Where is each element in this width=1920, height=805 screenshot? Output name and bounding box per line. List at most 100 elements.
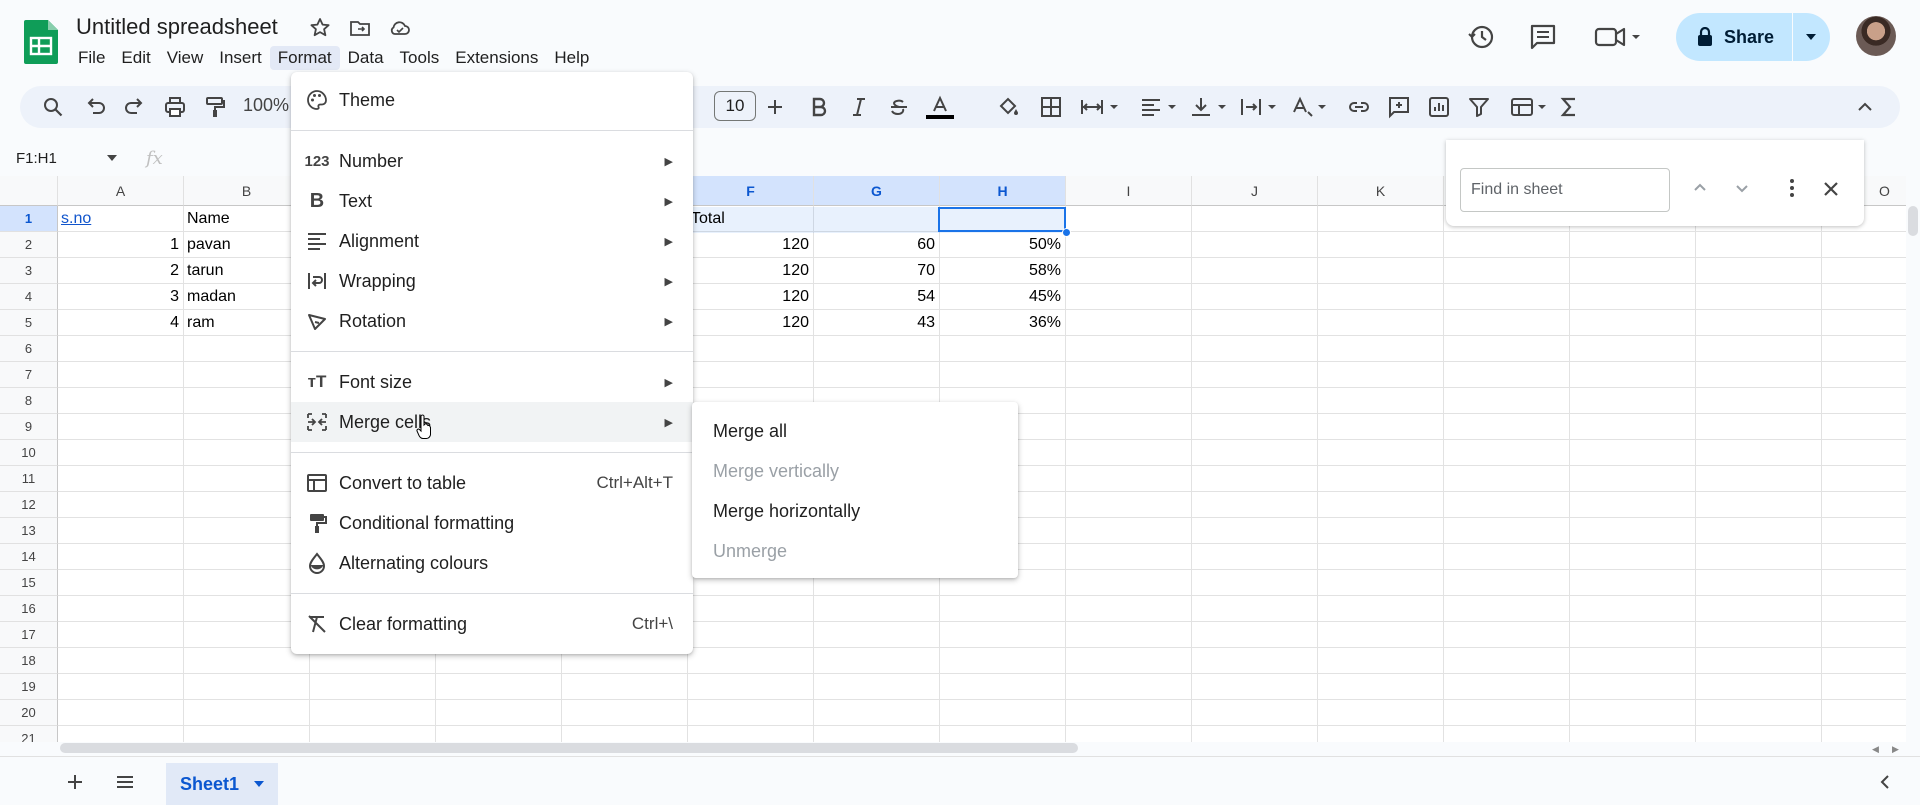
merge-cells-icon[interactable] [1078,94,1122,120]
row-header-18[interactable]: 18 [0,648,58,674]
menu-item-wrapping[interactable]: Wrapping ▶ [291,261,693,301]
add-sheet-icon[interactable] [64,771,86,793]
cell-b4[interactable]: madan [187,288,305,306]
print-icon[interactable] [162,94,188,120]
fill-color-icon[interactable] [996,94,1022,120]
italic-icon[interactable] [846,94,872,120]
menu-format[interactable]: Format [269,46,340,70]
filter-views-icon[interactable] [1508,94,1552,120]
menu-item-number[interactable]: 123 Number ▶ [291,141,693,181]
meet-video-icon[interactable] [1594,22,1646,52]
row-header-19[interactable]: 19 [0,674,58,700]
row-header-21[interactable]: 21 [0,726,58,742]
menu-help[interactable]: Help [546,46,597,70]
font-size-input[interactable]: 10 [714,91,756,121]
column-header-h[interactable]: H [940,176,1066,206]
menu-extensions[interactable]: Extensions [447,46,546,70]
select-all-corner[interactable] [0,176,58,206]
menu-data[interactable]: Data [340,46,392,70]
row-header-16[interactable]: 16 [0,596,58,622]
active-cell-border[interactable] [938,207,1066,232]
zoom-select[interactable]: 100% [243,95,289,116]
cell-a1[interactable]: s.no [61,210,179,228]
row-header-4[interactable]: 4 [0,284,58,310]
menu-item-merge-cells[interactable]: Merge cells ▶ [291,402,693,442]
find-input[interactable] [1460,168,1670,212]
more-options-icon[interactable] [1782,176,1802,200]
previous-result-icon[interactable] [1690,178,1710,198]
row-header-10[interactable]: 10 [0,440,58,466]
avatar[interactable] [1856,16,1896,56]
menu-file[interactable]: File [70,46,113,70]
next-result-icon[interactable] [1732,178,1752,198]
row-header-2[interactable]: 2 [0,232,58,258]
cell-h2[interactable]: 50% [943,236,1061,254]
increase-font-size-icon[interactable] [762,94,788,120]
share-main-button[interactable]: Share [1676,13,1792,61]
strikethrough-icon[interactable] [886,94,912,120]
menu-item-text[interactable]: B Text ▶ [291,181,693,221]
text-wrapping-icon[interactable] [1238,94,1282,120]
insert-link-icon[interactable] [1346,94,1372,120]
row-header-6[interactable]: 6 [0,336,58,362]
cell-f1[interactable]: Total [691,210,809,228]
cell-g5[interactable]: 43 [817,314,935,332]
merge-horizontally-option[interactable]: Merge horizontally [713,501,860,522]
row-header-7[interactable]: 7 [0,362,58,388]
row-header-5[interactable]: 5 [0,310,58,336]
all-sheets-icon[interactable] [114,771,136,793]
filter-icon[interactable] [1466,94,1492,120]
row-header-12[interactable]: 12 [0,492,58,518]
row-header-20[interactable]: 20 [0,700,58,726]
borders-icon[interactable] [1038,94,1064,120]
row-header-8[interactable]: 8 [0,388,58,414]
sheet-tab-caret-icon[interactable] [253,780,265,788]
vertical-scroll-thumb[interactable] [1908,206,1918,236]
move-to-folder-icon[interactable] [348,16,372,40]
menu-item-rotation[interactable]: Rotation ▶ [291,301,693,341]
cell-g4[interactable]: 54 [817,288,935,306]
merge-all-option[interactable]: Merge all [713,421,787,442]
cell-b1[interactable]: Name [187,210,305,228]
insert-chart-icon[interactable] [1426,94,1452,120]
menu-item-theme[interactable]: Theme [291,80,693,120]
row-header-13[interactable]: 13 [0,518,58,544]
column-header-i[interactable]: I [1066,176,1192,206]
cell-h4[interactable]: 45% [943,288,1061,306]
column-header-k[interactable]: K [1318,176,1444,206]
search-menus-icon[interactable] [40,94,66,120]
redo-icon[interactable] [122,94,148,120]
paint-format-icon[interactable] [202,94,228,120]
horizontal-scroll-thumb[interactable] [60,743,1078,753]
cell-a4[interactable]: 3 [61,288,179,306]
row-header-9[interactable]: 9 [0,414,58,440]
cell-a2[interactable]: 1 [61,236,179,254]
side-panel-toggle-icon[interactable] [1874,771,1896,793]
menu-item-convert-to-table[interactable]: Convert to table Ctrl+Alt+T [291,463,693,503]
row-header-15[interactable]: 15 [0,570,58,596]
text-rotation-icon[interactable] [1288,94,1332,120]
menu-item-alternating-colours[interactable]: Alternating colours [291,543,693,583]
menu-tools[interactable]: Tools [392,46,448,70]
star-icon[interactable] [308,16,332,40]
cell-a3[interactable]: 2 [61,262,179,280]
cell-a5[interactable]: 4 [61,314,179,332]
name-box[interactable]: F1:H1 [16,150,57,167]
menu-insert[interactable]: Insert [211,46,270,70]
row-header-14[interactable]: 14 [0,544,58,570]
collapse-menus-icon[interactable] [1852,94,1878,120]
name-box-caret-icon[interactable] [106,154,118,162]
share-button[interactable]: Share [1676,13,1830,61]
column-header-a[interactable]: A [58,176,184,206]
cell-g2[interactable]: 60 [817,236,935,254]
fill-handle[interactable] [1062,228,1071,237]
comments-icon[interactable] [1528,22,1558,52]
document-title[interactable]: Untitled spreadsheet [76,14,278,40]
menu-view[interactable]: View [159,46,212,70]
column-header-f[interactable]: F [688,176,814,206]
version-history-icon[interactable] [1466,22,1496,52]
menu-item-conditional-formatting[interactable]: Conditional formatting [291,503,693,543]
scroll-right-arrow-icon[interactable]: ▶ [1892,744,1899,755]
vertical-align-icon[interactable] [1188,94,1232,120]
menu-item-alignment[interactable]: Alignment ▶ [291,221,693,261]
